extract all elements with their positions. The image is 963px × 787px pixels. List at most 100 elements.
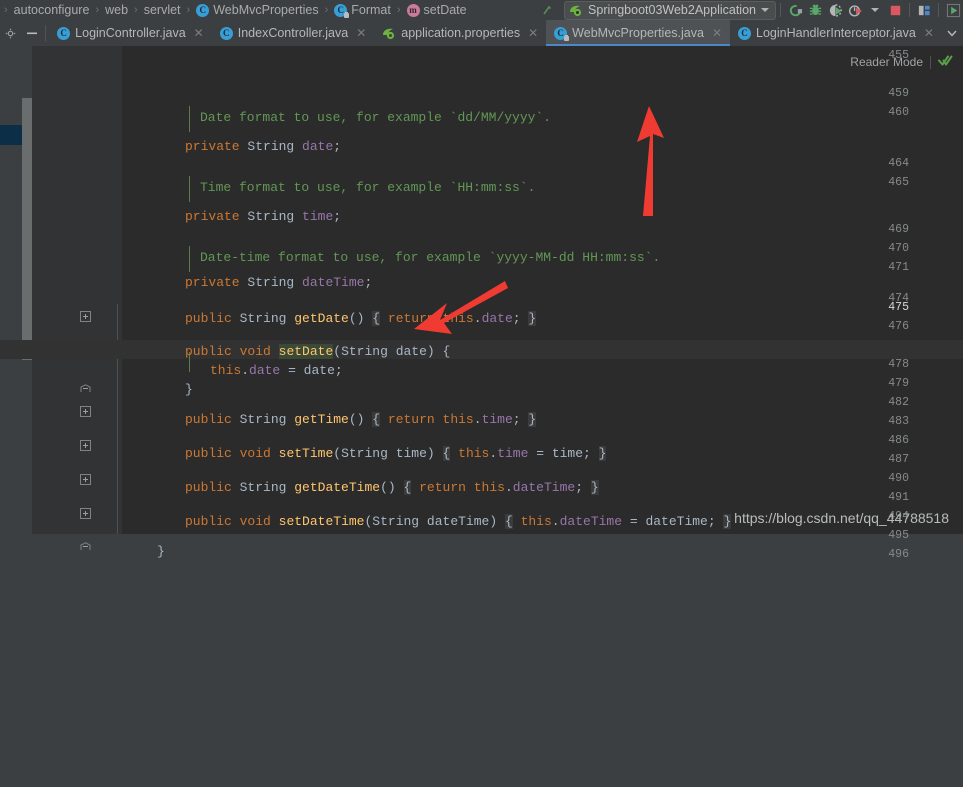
tab-label: LoginController.java <box>75 26 186 40</box>
code-line-459: private String date; <box>185 139 342 154</box>
debug-icon[interactable] <box>805 0 825 20</box>
profiler-icon[interactable] <box>845 0 865 20</box>
editor-gutter[interactable] <box>32 46 122 534</box>
code-line-471: public String getDate() { return this.da… <box>185 311 537 326</box>
tab-application-properties[interactable]: application.properties ✕ <box>374 20 546 46</box>
breadcrumb-label: WebMvcProperties <box>213 3 319 17</box>
class-locked-icon: C <box>334 3 350 18</box>
tab-indexcontroller[interactable]: C IndexController.java ✕ <box>212 20 375 46</box>
breadcrumb-separator: › <box>186 4 191 16</box>
toolbar-divider <box>938 3 939 17</box>
current-line-highlight <box>0 340 963 359</box>
stop-icon[interactable] <box>885 0 905 20</box>
close-icon[interactable]: ✕ <box>528 26 538 40</box>
tab-webmvcproperties[interactable]: C WebMvcProperties.java ✕ <box>546 20 730 46</box>
fold-end-marker[interactable] <box>80 380 91 392</box>
editor-left-strip <box>0 46 22 534</box>
code-line-476: this.date = date; <box>210 363 343 378</box>
doc-comment-bar <box>189 106 190 132</box>
code-line-475: public void setDate(String date) { <box>185 344 451 359</box>
toolbar-divider <box>780 3 781 17</box>
code-content[interactable]: Date format to use, for example `dd/MM/y… <box>0 46 963 559</box>
check-icon[interactable] <box>938 54 953 70</box>
fold-guide-line <box>117 304 118 534</box>
java-class-locked-icon: C <box>554 26 570 41</box>
code-editor[interactable]: 4554594604644654694704714744754764774784… <box>0 46 963 561</box>
code-line-477: } <box>185 382 193 397</box>
code-line-479: public String getTime() { return this.ti… <box>185 412 537 427</box>
tab-overflow-chevron-down-icon[interactable] <box>942 20 963 46</box>
changed-lines-marker <box>0 125 22 145</box>
tab-loginhandlerinterceptor[interactable]: C LoginHandlerInterceptor.java ✕ <box>730 20 942 46</box>
editor-left-scrollbar[interactable] <box>22 46 32 534</box>
code-line-487: public String getDateTime() { return thi… <box>185 480 599 495</box>
editor-tab-bar: C LoginController.java ✕ C IndexControll… <box>0 20 963 46</box>
tab-label: IndexController.java <box>237 26 349 40</box>
fold-end-marker[interactable] <box>80 538 91 550</box>
java-class-icon: C <box>57 26 71 40</box>
run-configuration-selector[interactable]: Springboot03Web2Application <box>564 0 776 20</box>
doc-comment-bar <box>189 176 190 202</box>
breadcrumb-item-autoconfigure[interactable]: autoconfigure <box>12 3 92 17</box>
toolbar-divider <box>909 3 910 17</box>
code-line-469: private String dateTime; <box>185 275 373 290</box>
java-class-icon: C <box>219 26 233 40</box>
method-icon: m <box>406 3 420 17</box>
java-class-icon: C <box>738 26 751 40</box>
fold-expand-marker[interactable] <box>80 406 91 417</box>
navigation-bar: › autoconfigure › web › servlet › C WebM… <box>0 0 963 20</box>
code-line-491: public void setDateTime(String dateTime)… <box>185 514 732 529</box>
close-icon[interactable]: ✕ <box>194 26 204 40</box>
gear-icon[interactable] <box>0 20 21 46</box>
fold-expand-marker[interactable] <box>80 311 91 322</box>
breadcrumb-separator: › <box>396 4 401 16</box>
rerun-icon[interactable] <box>785 0 805 20</box>
breadcrumb-separator: › <box>324 4 329 16</box>
code-line-456: Date format to use, for example `dd/MM/y… <box>200 110 552 125</box>
code-line-461: Time format to use, for example `HH:mm:s… <box>200 180 536 195</box>
reader-mode-divider <box>930 55 931 69</box>
breadcrumb-item-format[interactable]: C Format <box>332 3 393 18</box>
scrollbar-thumb[interactable] <box>22 98 32 360</box>
code-line-495: } <box>157 544 165 559</box>
tab-logincontroller[interactable]: C LoginController.java ✕ <box>49 20 212 46</box>
tab-label: LoginHandlerInterceptor.java <box>756 26 916 40</box>
breadcrumb-separator: › <box>4 4 8 16</box>
fold-expand-marker[interactable] <box>80 440 91 451</box>
breadcrumb-item-servlet[interactable]: servlet <box>142 3 183 17</box>
close-icon[interactable]: ✕ <box>712 26 722 40</box>
run-with-coverage-icon[interactable] <box>825 0 845 20</box>
minimize-icon[interactable] <box>21 20 42 46</box>
breadcrumb-item-webmvcproperties[interactable]: C WebMvcProperties <box>194 3 320 17</box>
breadcrumb-item-web[interactable]: web <box>103 3 130 17</box>
reader-mode-label: Reader Mode <box>850 55 923 69</box>
class-icon: C <box>196 3 210 17</box>
fold-expand-marker[interactable] <box>80 508 91 519</box>
profiler-dropdown-icon[interactable] <box>865 0 885 20</box>
breadcrumb-label: Format <box>351 3 391 17</box>
code-line-483: public void setTime(String time) { this.… <box>185 446 607 461</box>
fold-expand-marker[interactable] <box>80 474 91 485</box>
breadcrumb-label: autoconfigure <box>13 3 90 17</box>
run-configuration-label: Springboot03Web2Application <box>588 3 756 17</box>
breadcrumb-item-setdate[interactable]: m setDate <box>405 3 469 17</box>
chevron-down-icon <box>871 8 879 12</box>
close-icon[interactable]: ✕ <box>356 26 366 40</box>
tab-label: application.properties <box>401 26 521 40</box>
chevron-down-icon <box>761 8 769 12</box>
code-line-464: private String time; <box>185 209 342 224</box>
breadcrumb-label: servlet <box>143 3 181 17</box>
tabbar-divider <box>45 25 47 41</box>
tab-label: WebMvcProperties.java <box>572 26 704 40</box>
line-number: 496 <box>888 548 909 561</box>
breadcrumb-label: web <box>105 3 129 17</box>
close-icon[interactable]: ✕ <box>924 26 934 40</box>
doc-comment-bar <box>189 246 190 272</box>
code-line-466: Date-time format to use, for example `yy… <box>200 250 661 265</box>
reader-mode-indicator[interactable]: Reader Mode <box>850 54 953 70</box>
run-icon[interactable] <box>943 0 963 20</box>
layout-icon[interactable] <box>914 0 934 20</box>
breadcrumb-separator: › <box>95 4 100 16</box>
navbar-arrow-icon <box>538 0 558 20</box>
breadcrumb-separator: › <box>134 4 138 16</box>
